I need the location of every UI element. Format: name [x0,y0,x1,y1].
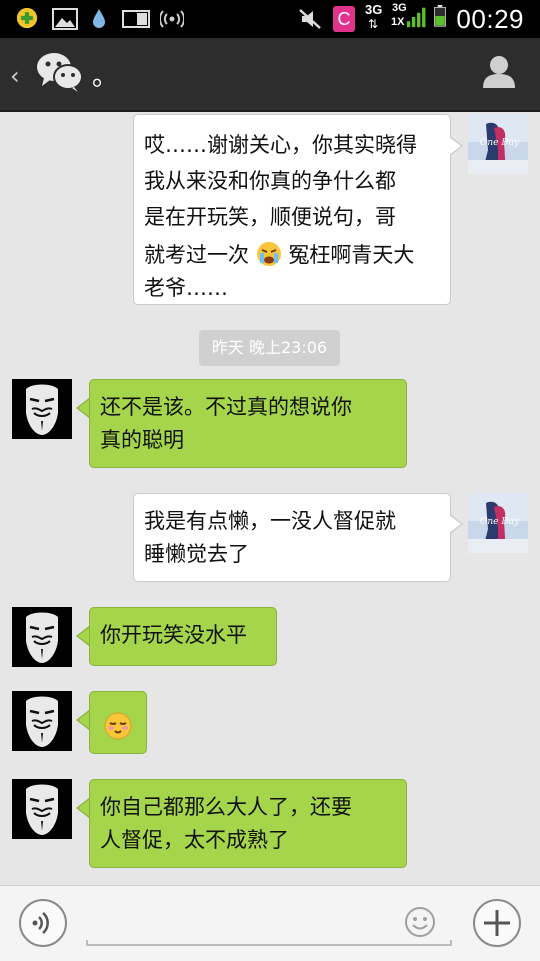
mute-icon [299,9,321,29]
message-text: 冤枉啊青天大 [288,243,415,267]
message-line: 还不是该。不过真的想说你 [100,395,352,419]
status-bar: C 3G ⇅ 3G 1X 00:29 [0,0,540,38]
message-line: 是在开玩笑，顺便说句，哥 [144,205,396,229]
contact-avatar[interactable] [12,779,72,839]
message-bubble[interactable]: 你开玩笑没水平 [89,607,277,666]
message-bubble[interactable]: 还不是该。不过真的想说你 真的聪明 [89,379,407,468]
message-line: 我是有点懒，一没人督促就 [144,509,396,533]
message-line: 你自己都那么大人了，还要 [100,795,352,819]
message-bubble[interactable]: 我是有点懒，一没人督促就 睡懒觉去了 [133,493,451,582]
person-icon[interactable] [482,54,516,88]
data-arrows-icon: ⇅ [368,17,379,31]
message-bubble[interactable]: 你自己都那么大人了，还要 人督促，太不成熟了 [89,779,407,868]
message-text: 就考过一次 [144,243,249,267]
contact-avatar[interactable] [12,691,72,751]
carrier-badge: C [333,6,355,32]
guy-fawkes-mask-avatar [12,379,72,439]
network-type-label: 3G [365,2,383,17]
contact-avatar[interactable] [12,379,72,439]
guy-fawkes-mask-avatar [12,607,72,667]
guy-fawkes-mask-avatar [12,691,72,751]
input-bar [0,885,540,961]
back-chevron-icon[interactable]: ‹ [10,62,20,90]
message-line: 人督促，太不成熟了 [100,828,289,852]
my-avatar[interactable]: One Day [468,114,528,174]
relieved-face-emoji [104,712,132,740]
network-sub-label: 1X [391,16,405,28]
smiley-icon[interactable] [404,906,436,938]
water-drop-icon [93,9,105,28]
battery-icon [434,5,446,27]
message-line: 哎……谢谢关心，你其实晓得 [144,133,417,157]
chat-title: 。 [92,62,119,92]
chat-header: ‹ 。 [0,38,540,112]
message-bubble[interactable]: 哎……谢谢关心，你其实晓得 我从来没和你真的争什么都 是在开玩笑，顺便说句，哥 … [133,114,451,305]
gallery-icon [52,8,78,30]
avatar-caption: One Day [480,138,520,148]
message-timestamp: 昨天 晚上23:06 [199,330,340,366]
guy-fawkes-mask-avatar [12,779,72,839]
plus-icon[interactable] [472,898,522,948]
message-line: 老爷…… [144,276,228,300]
message-line: 睡懒觉去了 [144,542,249,566]
message-bubble[interactable] [89,691,147,754]
voice-icon[interactable] [18,898,68,948]
status-time: 00:29 [456,4,524,34]
input-underline [86,940,452,946]
keyboard-badge-icon [122,10,150,28]
avatar-caption: One Day [480,517,520,527]
wechat-bubbles-icon[interactable] [36,52,84,92]
message-line: 你开玩笑没水平 [100,623,247,647]
my-avatar[interactable]: One Day [468,493,528,553]
wifi-hotspot-icon [160,10,184,28]
crying-face-emoji [256,242,281,266]
message-line: 就考过一次 冤枉啊青天大 [144,235,440,271]
signal-strength-icon [406,7,426,28]
message-input[interactable] [86,900,390,940]
app-notification-icon [16,7,38,29]
message-line: 我从来没和你真的争什么都 [144,169,396,193]
contact-avatar[interactable] [12,607,72,667]
message-line: 真的聪明 [100,428,184,452]
